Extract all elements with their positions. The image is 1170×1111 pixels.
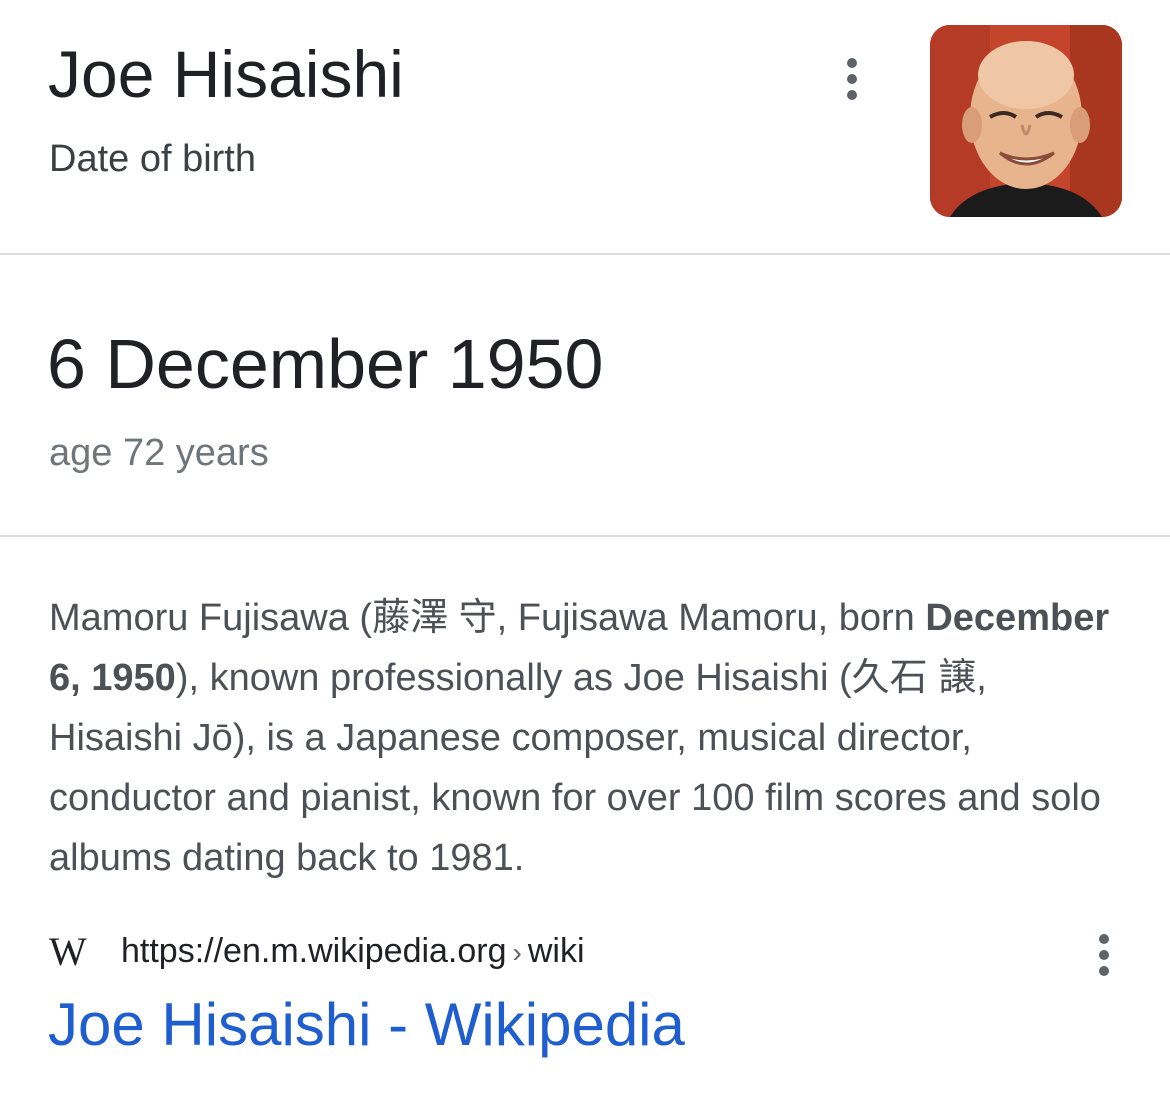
wikipedia-logo-icon: W — [49, 928, 87, 974]
result-more-options-icon[interactable] — [1089, 931, 1119, 979]
more-options-icon[interactable] — [837, 55, 867, 103]
breadcrumb-separator: › — [512, 936, 522, 968]
source-citation[interactable]: W https://en.m.wikipedia.org › wiki — [49, 928, 585, 974]
section-divider — [0, 253, 1170, 255]
portrait-illustration — [930, 25, 1122, 217]
kebab-dot — [1099, 950, 1109, 960]
kebab-dot — [1099, 934, 1109, 944]
kebab-dot — [847, 74, 857, 84]
age-text: age 72 years — [49, 432, 269, 474]
source-path: wiki — [527, 931, 585, 970]
section-divider — [0, 535, 1170, 537]
kebab-dot — [1099, 966, 1109, 976]
entity-portrait-image[interactable] — [930, 25, 1122, 217]
kebab-dot — [847, 58, 857, 68]
kebab-dot — [847, 90, 857, 100]
wikipedia-result-link[interactable]: Joe Hisaishi - Wikipedia — [48, 988, 685, 1062]
source-url: https://en.m.wikipedia.org › wiki — [121, 932, 585, 971]
attribute-label: Date of birth — [49, 138, 256, 180]
entity-description: Mamoru Fujisawa (藤澤 守, Fujisawa Mamoru, … — [49, 588, 1129, 888]
source-domain: https://en.m.wikipedia.org — [121, 931, 507, 970]
description-text-end: ), known professionally as Joe Hisaishi … — [49, 657, 1101, 879]
knowledge-header: Joe Hisaishi Date of birth — [0, 0, 1170, 254]
birth-date-value: 6 December 1950 — [47, 325, 604, 403]
entity-title: Joe Hisaishi — [48, 37, 404, 111]
description-text-start: Mamoru Fujisawa (藤澤 守, Fujisawa Mamoru, … — [49, 597, 926, 639]
